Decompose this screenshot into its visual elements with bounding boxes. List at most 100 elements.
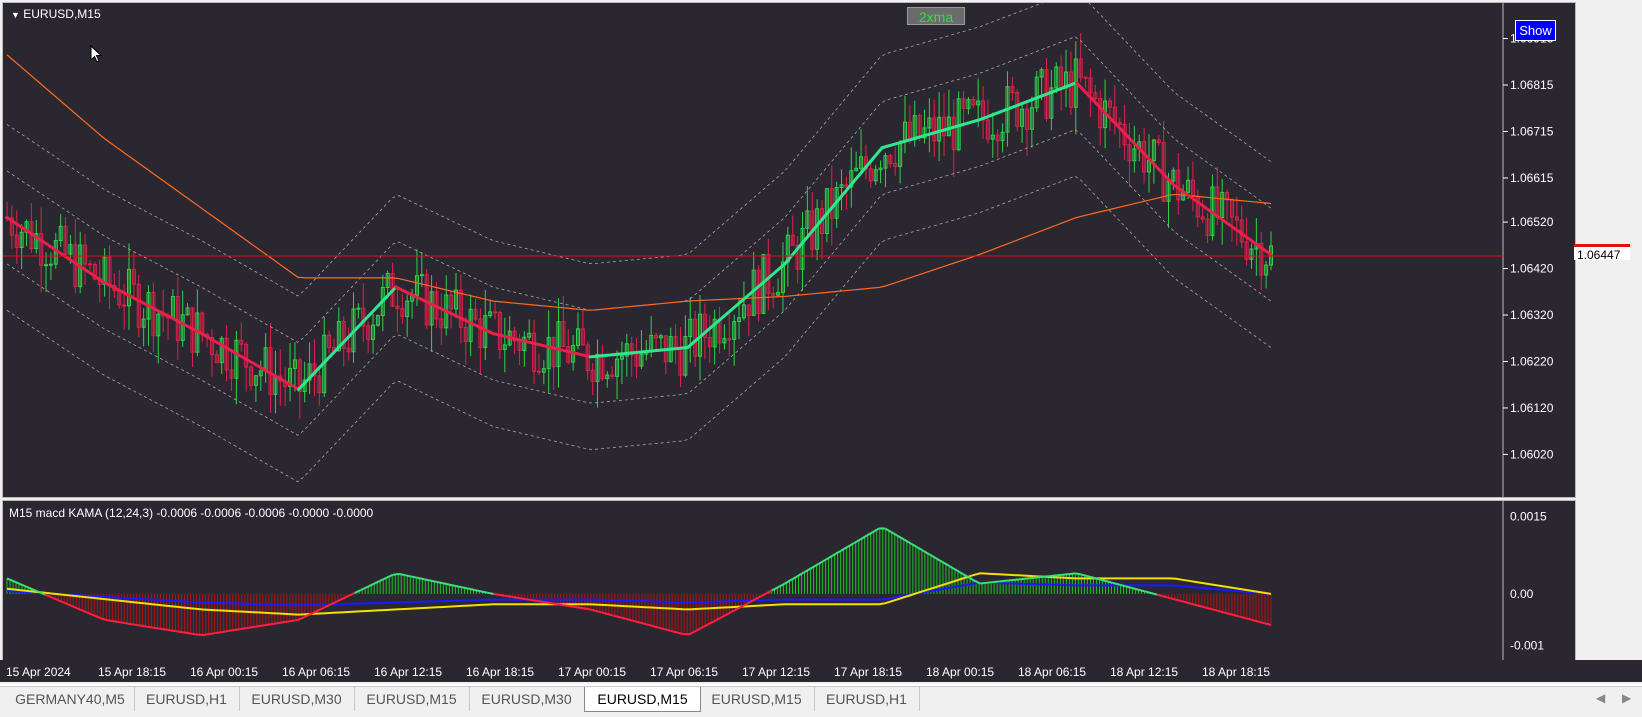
indicator-tick-label: 0.0015: [1510, 509, 1547, 523]
time-axis-label: 18 Apr 18:15: [1202, 665, 1270, 679]
price-tick-label: 1.06320: [1510, 308, 1554, 322]
macd-line-segment: [475, 590, 481, 591]
macd-line-segment: [190, 634, 196, 635]
macd-line-segment: [411, 577, 417, 578]
price-tick-label: 1.06815: [1510, 78, 1554, 92]
indicator-title: M15 macd KAMA (12,24,3) -0.0006 -0.0006 …: [9, 506, 373, 520]
show-button[interactable]: Show: [1515, 20, 1556, 41]
macd-line-segment: [279, 622, 285, 623]
chart-tab[interactable]: EURUSD,H1: [134, 687, 240, 711]
macd-line-segment: [993, 581, 999, 582]
chart-tab[interactable]: GERMANY40,M5: [6, 687, 135, 711]
macd-line-segment: [525, 599, 531, 600]
price-tick-label: 1.06715: [1510, 124, 1554, 138]
macd-line-segment: [399, 574, 405, 575]
price-tick-label: 1.06520: [1510, 215, 1554, 229]
candle-body: [537, 371, 540, 372]
time-axis-label: 17 Apr 06:15: [650, 665, 718, 679]
macd-line-segment: [456, 586, 462, 587]
macd-line-segment: [443, 583, 449, 584]
macd-line-segment: [494, 594, 500, 595]
macd-line-segment: [222, 631, 228, 632]
macd-line-segment: [1006, 580, 1012, 581]
macd-line-segment: [272, 623, 278, 624]
macd-line-segment: [424, 579, 430, 580]
current-price-tag: 1.06447: [1574, 244, 1630, 260]
scroll-left-icon[interactable]: ◀: [1596, 691, 1605, 705]
macd-indicator-pane[interactable]: 0.00150.00-0.001 M15 macd KAMA (12,24,3)…: [2, 500, 1576, 662]
indicator-plot-area: [3, 501, 1503, 661]
mouse-cursor-icon: [90, 45, 104, 65]
macd-line-segment: [140, 625, 146, 626]
macd-line-segment: [544, 602, 550, 603]
macd-line-segment: [216, 632, 222, 633]
time-axis-label: 16 Apr 18:15: [466, 665, 534, 679]
candle-body: [123, 305, 126, 306]
macd-line-segment: [165, 629, 171, 630]
macd-line-segment: [1043, 576, 1049, 577]
candle-body: [49, 264, 52, 265]
macd-line-segment: [569, 606, 575, 607]
time-axis-label: 15 Apr 18:15: [98, 665, 166, 679]
macd-line-segment: [582, 608, 588, 609]
macd-line-segment: [1069, 573, 1075, 574]
macd-line-segment: [1062, 574, 1068, 575]
candle-body: [88, 264, 91, 265]
macd-line-segment: [1025, 578, 1031, 579]
symbol-title-text: EURUSD,M15: [23, 7, 100, 21]
macd-line-segment: [1075, 573, 1081, 574]
chart-tab[interactable]: EURUSD,H1: [814, 687, 920, 711]
macd-line-segment: [133, 624, 139, 625]
scroll-right-icon[interactable]: ▶: [1622, 691, 1631, 705]
macd-line-segment: [159, 628, 165, 629]
chart-tab[interactable]: EURUSD,M30: [469, 687, 585, 711]
macd-line-segment: [253, 626, 259, 627]
macd-line-segment: [418, 578, 424, 579]
macd-line-segment: [266, 624, 272, 625]
macd-line-segment: [127, 623, 133, 624]
macd-line-segment: [551, 603, 557, 604]
symbol-title: ▼ EURUSD,M15: [11, 7, 101, 21]
time-axis-label: 18 Apr 12:15: [1110, 665, 1178, 679]
terminal-window: 1.069151.068151.067151.066151.065201.064…: [0, 0, 1642, 684]
macd-line-segment: [121, 622, 127, 623]
macd-line-segment: [980, 583, 986, 584]
chart-tab[interactable]: EURUSD,M15: [699, 687, 815, 711]
macd-line-segment: [1037, 577, 1043, 578]
macd-line-segment: [506, 596, 512, 597]
chart-tab[interactable]: EURUSD,M30: [239, 687, 355, 711]
price-tick-label: 1.06020: [1510, 447, 1554, 461]
xma-toggle-button[interactable]: 2xma: [907, 7, 965, 25]
time-axis-label: 18 Apr 00:15: [926, 665, 994, 679]
price-chart-pane[interactable]: 1.069151.068151.067151.066151.065201.064…: [2, 2, 1576, 498]
time-axis-label: 17 Apr 12:15: [742, 665, 810, 679]
price-tick-label: 1.06420: [1510, 262, 1554, 276]
macd-indicator-canvas[interactable]: 0.00150.00-0.001: [3, 501, 1575, 661]
macd-line-segment: [291, 620, 297, 621]
collapse-triangle-icon[interactable]: ▼: [11, 10, 20, 20]
price-chart-canvas[interactable]: 1.069151.068151.067151.066151.065201.064…: [3, 3, 1575, 497]
macd-line-segment: [228, 630, 234, 631]
candle-body: [494, 312, 497, 313]
macd-line-segment: [178, 632, 184, 633]
time-axis-label: 16 Apr 00:15: [190, 665, 258, 679]
macd-line-segment: [171, 631, 177, 632]
macd-line-segment: [235, 629, 241, 630]
macd-line-segment: [449, 585, 455, 586]
macd-line-segment: [285, 621, 291, 622]
macd-line-segment: [437, 582, 443, 583]
time-axis-label: 18 Apr 06:15: [1018, 665, 1086, 679]
chart-tab[interactable]: EURUSD,M15: [584, 687, 701, 712]
macd-line-segment: [203, 634, 209, 635]
macd-line-segment: [152, 627, 158, 628]
macd-line-segment: [513, 597, 519, 598]
indicator-tick-label: -0.001: [1510, 639, 1544, 653]
macd-line-segment: [1050, 575, 1056, 576]
macd-line-segment: [1031, 577, 1037, 578]
macd-line-segment: [1012, 579, 1018, 580]
chart-tab[interactable]: EURUSD,M15: [354, 687, 470, 711]
macd-line-segment: [1018, 579, 1024, 580]
macd-line-segment: [481, 591, 487, 592]
macd-line-segment: [260, 625, 266, 626]
candle-body: [1084, 77, 1087, 78]
